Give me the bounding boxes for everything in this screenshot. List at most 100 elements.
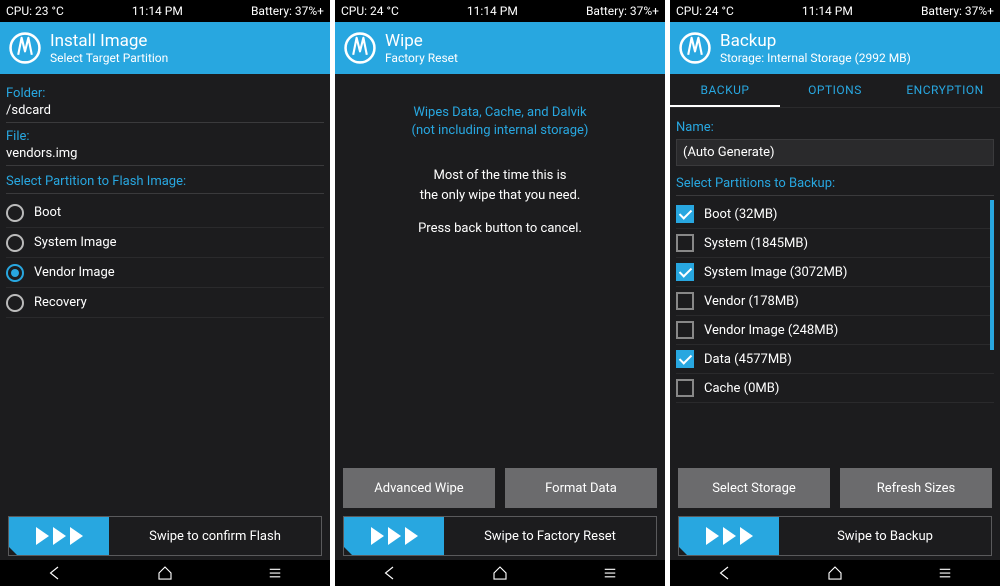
radio-recovery[interactable]: Recovery	[6, 288, 324, 318]
check-label: Cache (0MB)	[704, 381, 779, 396]
home-icon[interactable]	[491, 564, 509, 582]
check-label: System Image (3072MB)	[704, 265, 847, 280]
wipe-hint: Most of the time this is the only wipe t…	[341, 166, 659, 239]
button-label: Select Storage	[712, 481, 796, 496]
tab-label: BACKUP	[701, 83, 750, 97]
page-subtitle: Select Target Partition	[50, 51, 168, 65]
wipe-cancel-hint: Press back button to cancel.	[341, 219, 659, 239]
select-storage-button[interactable]: Select Storage	[678, 468, 830, 508]
check-vendor[interactable]: Vendor (178MB)	[676, 287, 994, 316]
format-data-button[interactable]: Format Data	[505, 468, 657, 508]
tab-backup[interactable]: BACKUP	[670, 74, 780, 107]
radio-icon	[6, 294, 24, 312]
page-title: Backup	[720, 31, 911, 51]
radio-icon	[6, 234, 24, 252]
status-battery: Battery: 37%+	[586, 4, 659, 18]
swipe-handle-icon	[679, 517, 779, 555]
radio-system-image[interactable]: System Image	[6, 228, 324, 258]
android-navbar	[335, 560, 665, 586]
screen-backup: CPU: 24 °C 11:14 PM Battery: 37%+ Backup…	[670, 0, 1000, 586]
radio-boot[interactable]: Boot	[6, 198, 324, 228]
checkbox-icon	[676, 234, 694, 252]
check-system[interactable]: System (1845MB)	[676, 229, 994, 258]
screen-wipe: CPU: 24 °C 11:14 PM Battery: 37%+ Wipe F…	[335, 0, 665, 586]
tab-encryption[interactable]: ENCRYPTION	[890, 74, 1000, 107]
status-bar: CPU: 23 °C 11:14 PM Battery: 37%+	[0, 0, 330, 22]
status-cpu: CPU: 23 °C	[6, 4, 64, 18]
radio-label: System Image	[34, 235, 117, 250]
wipe-hint-line2: the only wipe that you need.	[341, 186, 659, 206]
swipe-backup[interactable]: Swipe to Backup	[678, 516, 992, 556]
check-boot[interactable]: Boot (32MB)	[676, 200, 994, 229]
partition-list[interactable]: Boot (32MB) System (1845MB) System Image…	[676, 200, 994, 403]
android-navbar	[0, 560, 330, 586]
twrp-logo-icon	[343, 31, 377, 65]
check-label: Data (4577MB)	[704, 352, 792, 367]
button-label: Advanced Wipe	[374, 481, 463, 496]
swipe-factory-reset[interactable]: Swipe to Factory Reset	[343, 516, 657, 556]
button-label: Refresh Sizes	[877, 481, 956, 496]
status-battery: Battery: 37%+	[251, 4, 324, 18]
tab-label: OPTIONS	[808, 83, 862, 97]
file-label: File:	[6, 129, 324, 144]
page-subtitle: Storage: Internal Storage (2992 MB)	[720, 51, 911, 65]
home-icon[interactable]	[826, 564, 844, 582]
checkbox-icon	[676, 292, 694, 310]
swipe-handle-icon	[344, 517, 444, 555]
recents-icon[interactable]	[936, 564, 954, 582]
page-subtitle: Factory Reset	[385, 51, 458, 65]
checkbox-icon	[676, 321, 694, 339]
check-system-image[interactable]: System Image (3072MB)	[676, 258, 994, 287]
back-icon[interactable]	[46, 564, 64, 582]
page-title: Wipe	[385, 31, 458, 51]
check-vendor-image[interactable]: Vendor Image (248MB)	[676, 316, 994, 345]
recents-icon[interactable]	[601, 564, 619, 582]
status-battery: Battery: 37%+	[921, 4, 994, 18]
wipe-description: Wipes Data, Cache, and Dalvik (not inclu…	[341, 104, 659, 140]
tab-bar: BACKUP OPTIONS ENCRYPTION	[670, 74, 1000, 108]
scrollbar[interactable]	[990, 200, 994, 350]
swipe-handle-icon	[9, 517, 109, 555]
android-navbar	[670, 560, 1000, 586]
radio-vendor-image[interactable]: Vendor Image	[6, 258, 324, 288]
backup-name-input[interactable]	[676, 139, 994, 166]
divider	[6, 122, 324, 123]
screen-install-image: CPU: 23 °C 11:14 PM Battery: 37%+ Instal…	[0, 0, 330, 586]
checkbox-icon	[676, 263, 694, 281]
advanced-wipe-button[interactable]: Advanced Wipe	[343, 468, 495, 508]
check-cache[interactable]: Cache (0MB)	[676, 374, 994, 403]
check-data[interactable]: Data (4577MB)	[676, 345, 994, 374]
tab-label: ENCRYPTION	[906, 83, 983, 97]
back-icon[interactable]	[716, 564, 734, 582]
home-icon[interactable]	[156, 564, 174, 582]
divider	[6, 165, 324, 166]
refresh-sizes-button[interactable]: Refresh Sizes	[840, 468, 992, 508]
divider	[676, 195, 994, 196]
partition-section-title: Select Partitions to Backup:	[676, 176, 994, 191]
wipe-desc-line2: (not including internal storage)	[341, 122, 659, 140]
swipe-confirm-flash[interactable]: Swipe to confirm Flash	[8, 516, 322, 556]
partition-section-title: Select Partition to Flash Image:	[6, 174, 324, 189]
status-cpu: CPU: 24 °C	[676, 4, 734, 18]
check-label: Boot (32MB)	[704, 207, 777, 222]
back-icon[interactable]	[381, 564, 399, 582]
wipe-desc-line1: Wipes Data, Cache, and Dalvik	[341, 104, 659, 122]
folder-value: /sdcard	[6, 103, 324, 118]
twrp-logo-icon	[678, 31, 712, 65]
radio-icon	[6, 264, 24, 282]
swipe-label: Swipe to Backup	[779, 529, 991, 544]
status-time: 11:14 PM	[802, 4, 853, 18]
header: Install Image Select Target Partition	[0, 22, 330, 74]
radio-label: Vendor Image	[34, 265, 115, 280]
header: Wipe Factory Reset	[335, 22, 665, 74]
status-cpu: CPU: 24 °C	[341, 4, 399, 18]
recents-icon[interactable]	[266, 564, 284, 582]
status-time: 11:14 PM	[467, 4, 518, 18]
divider	[6, 193, 324, 194]
wipe-hint-line1: Most of the time this is	[341, 166, 659, 186]
tab-options[interactable]: OPTIONS	[780, 74, 890, 107]
status-bar: CPU: 24 °C 11:14 PM Battery: 37%+	[670, 0, 1000, 22]
status-time: 11:14 PM	[132, 4, 183, 18]
button-label: Format Data	[545, 481, 617, 496]
folder-label: Folder:	[6, 86, 324, 101]
